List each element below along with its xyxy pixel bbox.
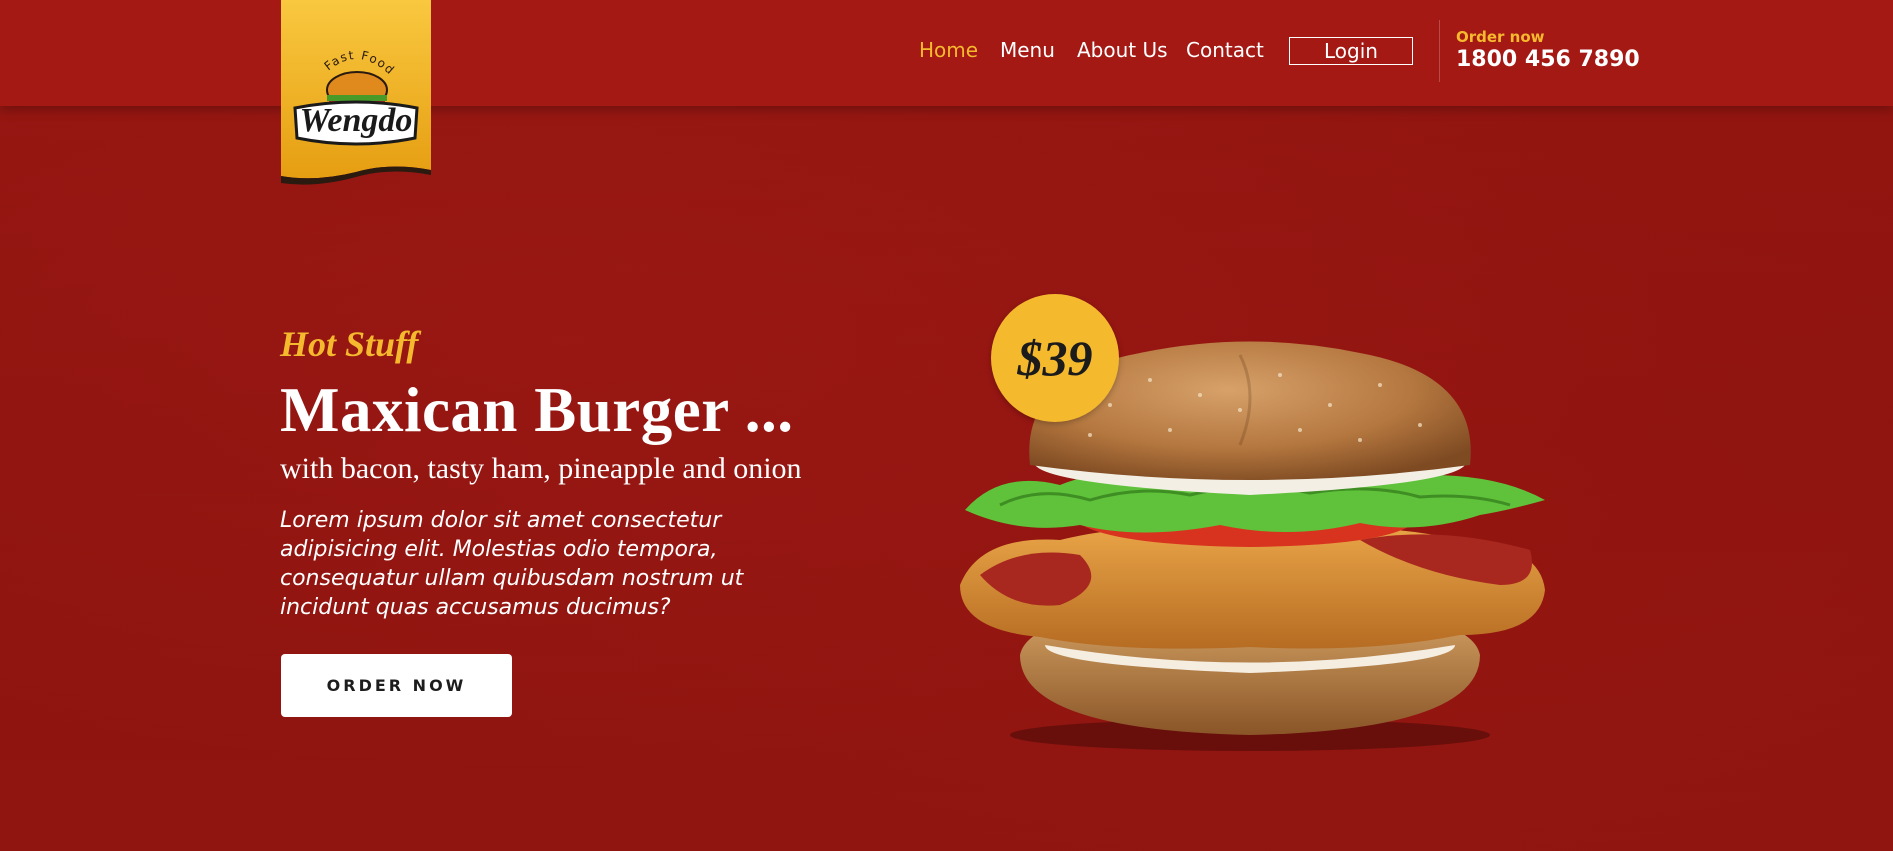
price-label: $39 <box>1017 330 1093 386</box>
logo-name: Wengdo <box>300 102 413 139</box>
hero-eyebrow: Hot Stuff <box>280 324 419 364</box>
price-badge: $39 <box>991 294 1119 422</box>
brand-logo[interactable]: Fast Food Wengdo <box>281 0 431 186</box>
nav-item-menu[interactable]: Menu <box>1000 38 1055 62</box>
header-divider <box>1439 20 1440 82</box>
order-now-button[interactable]: ORDER NOW <box>281 654 512 717</box>
nav-item-contact[interactable]: Contact <box>1186 38 1264 62</box>
login-button[interactable]: Login <box>1289 37 1413 65</box>
order-phone-number[interactable]: 1800 456 7890 <box>1456 47 1640 72</box>
hero-title: Maxican Burger ... <box>280 375 794 445</box>
hero-subtitle: with bacon, tasty ham, pineapple and oni… <box>280 452 802 485</box>
nav-item-about[interactable]: About Us <box>1077 38 1168 62</box>
hero-description: Lorem ipsum dolor sit amet consectetur a… <box>280 508 744 620</box>
nav-item-home[interactable]: Home <box>919 38 978 62</box>
logo-badge: Fast Food Wengdo <box>281 0 431 185</box>
order-now-label: Order now <box>1456 28 1545 46</box>
